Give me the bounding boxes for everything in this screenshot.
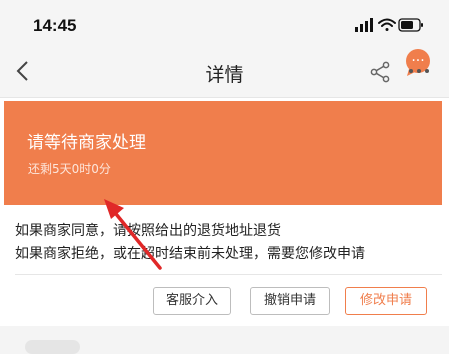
customer-service-button[interactable]: 客服介入 [153,287,231,315]
signal-icon [355,18,373,32]
divider [15,274,442,275]
info-line-agree: 如果商家同意，请按照给出的退货地址退货 [15,223,281,239]
battery-icon [398,18,423,32]
status-title: 请等待商家处理 [27,133,146,153]
status-icons [355,18,423,32]
cancel-request-button[interactable]: 撤销申请 [250,287,330,315]
modify-request-button[interactable]: 修改申请 [345,287,427,315]
info-line-refuse: 如果商家拒绝，或在超时结束前未处理，需要您修改申请 [15,246,365,262]
remaining-time: 还剩5天0时0分 [28,162,111,176]
status-card [4,101,442,205]
status-time: 14:45 [33,16,77,35]
blurred-content [25,340,80,354]
wifi-icon [378,18,396,31]
nav-bar: 详情 ··· [0,44,449,98]
more-dots-icon[interactable] [408,68,430,74]
more-badge: ··· [411,53,424,69]
status-bar: 14:45 [0,0,449,44]
share-icon[interactable] [369,61,391,83]
